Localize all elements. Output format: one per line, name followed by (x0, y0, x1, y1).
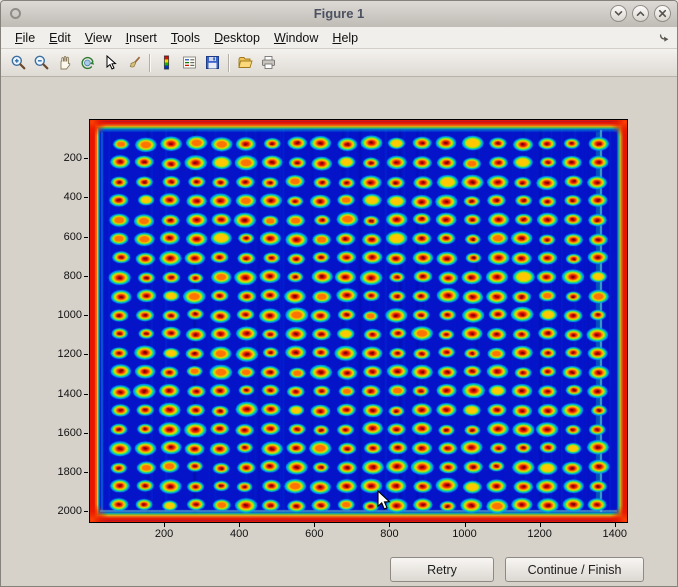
toolbar-separator (228, 54, 230, 72)
menu-desktop[interactable]: Desktop (207, 29, 267, 47)
x-tick-mark (615, 523, 616, 527)
menu-edit[interactable]: Edit (42, 29, 78, 47)
chevron-up-icon (636, 9, 645, 18)
plot-axes[interactable] (89, 119, 628, 523)
y-tick-label: 200 (36, 152, 82, 165)
retry-button[interactable]: Retry (390, 557, 494, 582)
x-tick-mark (164, 523, 165, 527)
menu-file[interactable]: File (8, 29, 42, 47)
figure-toolbar (1, 49, 677, 77)
zoom-in-icon (10, 54, 27, 71)
x-tick-label: 1200 (520, 528, 560, 541)
y-tick-mark (84, 197, 88, 198)
figure-window: Figure 1 File Edit View Insert (0, 0, 678, 587)
y-tick-label: 1600 (36, 427, 82, 440)
window-controls (610, 5, 671, 22)
y-tick-mark (84, 354, 88, 355)
y-tick-label: 800 (36, 270, 82, 283)
zoom-out-button[interactable] (30, 52, 53, 74)
x-tick-mark (239, 523, 240, 527)
figure-area: 200 400 600 800 1000 1200 1400 200 400 600 800 1000… (1, 77, 677, 586)
y-tick-label: 1200 (36, 348, 82, 361)
menubar-toggle-icon[interactable] (658, 31, 672, 45)
x-tick-mark (540, 523, 541, 527)
x-tick-mark (389, 523, 390, 527)
pan-hand-icon (56, 54, 73, 71)
window-title: Figure 1 (1, 6, 677, 21)
x-tick-label: 200 (144, 528, 184, 541)
chevron-down-icon (614, 9, 623, 18)
data-cursor-icon (102, 54, 119, 71)
printer-icon (260, 54, 277, 71)
y-tick-mark (84, 276, 88, 277)
y-tick-label: 1800 (36, 466, 82, 479)
x-tick-mark (465, 523, 466, 527)
maximize-button[interactable] (632, 5, 649, 22)
minimize-button[interactable] (610, 5, 627, 22)
data-cursor-button[interactable] (99, 52, 122, 74)
rotate-3d-button[interactable] (76, 52, 99, 74)
x-tick-label: 600 (294, 528, 334, 541)
y-tick-mark (84, 315, 88, 316)
y-tick-label: 600 (36, 231, 82, 244)
x-tick-label: 800 (369, 528, 409, 541)
save-icon (204, 54, 221, 71)
x-tick-label: 1000 (445, 528, 485, 541)
colorbar-icon (158, 54, 175, 71)
insert-legend-button[interactable] (178, 52, 201, 74)
y-tick-label: 1000 (36, 309, 82, 322)
print-button[interactable] (257, 52, 280, 74)
x-tick-label: 1400 (595, 528, 635, 541)
save-button[interactable] (201, 52, 224, 74)
menu-tools[interactable]: Tools (164, 29, 207, 47)
y-tick-label: 2000 (36, 505, 82, 518)
title-bar[interactable]: Figure 1 (1, 1, 677, 28)
zoom-out-icon (33, 54, 50, 71)
y-tick-mark (84, 433, 88, 434)
x-tick-label: 400 (219, 528, 259, 541)
y-tick-label: 400 (36, 191, 82, 204)
close-button[interactable] (654, 5, 671, 22)
close-icon (658, 9, 667, 18)
continue-finish-button[interactable]: Continue / Finish (505, 557, 644, 582)
y-tick-label: 1400 (36, 388, 82, 401)
y-tick-mark (84, 394, 88, 395)
menu-help[interactable]: Help (325, 29, 365, 47)
y-tick-mark (84, 158, 88, 159)
brush-button[interactable] (122, 52, 145, 74)
open-folder-icon (237, 54, 254, 71)
menu-insert[interactable]: Insert (119, 29, 164, 47)
menu-bar: File Edit View Insert Tools Desktop Wind… (1, 27, 677, 49)
menu-view[interactable]: View (78, 29, 119, 47)
pan-button[interactable] (53, 52, 76, 74)
toolbar-separator (149, 54, 151, 72)
y-tick-mark (84, 472, 88, 473)
zoom-in-button[interactable] (7, 52, 30, 74)
rotate-3d-icon (79, 54, 96, 71)
menu-window[interactable]: Window (267, 29, 325, 47)
open-file-button[interactable] (234, 52, 257, 74)
x-tick-mark (314, 523, 315, 527)
legend-icon (181, 54, 198, 71)
plate-image[interactable] (90, 120, 627, 522)
y-tick-mark (84, 511, 88, 512)
colorbar-button[interactable] (155, 52, 178, 74)
y-tick-mark (84, 237, 88, 238)
brush-icon (125, 54, 142, 71)
